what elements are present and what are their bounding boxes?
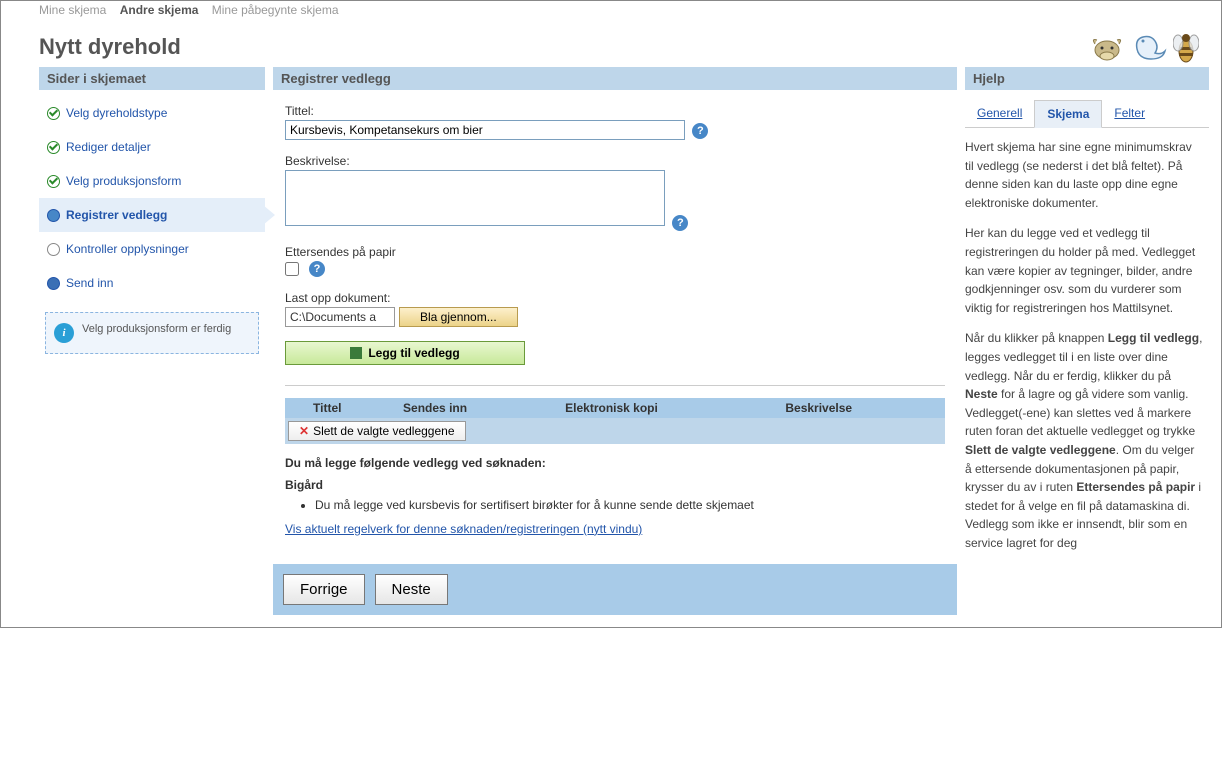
help-tab-felter[interactable]: Felter [1102, 100, 1157, 127]
sidebar-item-dyreholdstype[interactable]: Velg dyreholdstype [39, 96, 265, 130]
description-label: Beskrivelse: [285, 154, 945, 168]
info-box: i Velg produksjonsform er ferdig [45, 312, 259, 354]
help-tabs: Generell Skjema Felter [965, 100, 1209, 128]
sidebar-item-label[interactable]: Rediger detaljer [66, 140, 151, 154]
attachments-table: Tittel Sendes inn Elektronisk kopi Beskr… [285, 398, 945, 444]
bird-icon [1129, 29, 1169, 65]
main-panel: Registrer vedlegg Tittel: ? Beskrivelse:… [273, 67, 957, 615]
sidebar-item-label[interactable]: Send inn [66, 276, 113, 290]
paper-label: Ettersendes på papir [285, 245, 945, 259]
col-beskrivelse: Beskrivelse [777, 398, 945, 418]
sidebar-item-kontroller[interactable]: Kontroller opplysninger [39, 232, 265, 266]
sidebar-item-send[interactable]: Send inn [39, 266, 265, 300]
info-text: Velg produksjonsform er ferdig [82, 323, 231, 343]
title-input[interactable] [285, 120, 685, 140]
next-button[interactable]: Neste [375, 574, 448, 605]
help-p1: Hvert skjema har sine egne minimumskrav … [965, 138, 1203, 212]
header-icons [1089, 29, 1209, 65]
required-group: Bigård [285, 478, 945, 492]
submit-icon [47, 277, 60, 290]
description-input[interactable] [285, 170, 665, 226]
regulations-link[interactable]: Vis aktuelt regelverk for denne søknaden… [285, 522, 642, 536]
sidebar: Sider i skjemaet Velg dyreholdstype Redi… [39, 67, 265, 360]
check-icon [47, 107, 60, 120]
file-path-display: C:\Documents a [285, 307, 395, 327]
cow-icon [1089, 30, 1125, 64]
help-tab-skjema[interactable]: Skjema [1034, 100, 1102, 128]
add-attachment-button[interactable]: Legg til vedlegg [285, 341, 525, 365]
browse-button[interactable]: Bla gjennom... [399, 307, 518, 327]
col-sendes: Sendes inn [395, 398, 557, 418]
delete-label: Slett de valgte vedleggene [313, 424, 454, 438]
arrow-right-icon [263, 205, 275, 225]
required-heading: Du må legge følgende vedlegg ved søknade… [285, 456, 945, 470]
nav-bar: Forrige Neste [273, 564, 957, 615]
help-header: Hjelp [965, 67, 1209, 90]
check-icon [47, 175, 60, 188]
sidebar-item-label[interactable]: Velg produksjonsform [66, 174, 181, 188]
info-icon: i [54, 323, 74, 343]
help-icon[interactable]: ? [309, 261, 325, 277]
disk-icon [350, 347, 362, 359]
col-kopi: Elektronisk kopi [557, 398, 777, 418]
help-icon[interactable]: ? [672, 215, 688, 231]
top-tabs: Mine skjema Andre skjema Mine påbegynte … [39, 3, 1209, 21]
help-panel: Hjelp Generell Skjema Felter Hvert skjem… [965, 67, 1209, 564]
add-attachment-label: Legg til vedlegg [368, 346, 459, 360]
tab-andre-skjema[interactable]: Andre skjema [120, 3, 199, 17]
pending-icon [47, 243, 60, 256]
sidebar-item-vedlegg[interactable]: Registrer vedlegg [39, 198, 265, 232]
help-icon[interactable]: ? [692, 123, 708, 139]
sidebar-item-produksjon[interactable]: Velg produksjonsform [39, 164, 265, 198]
help-body: Hvert skjema har sine egne minimumskrav … [965, 138, 1209, 552]
title-label: Tittel: [285, 104, 945, 118]
required-item: Du må legge ved kursbevis for sertifiser… [315, 498, 945, 512]
help-p3: Når du klikker på knappen Legg til vedle… [965, 329, 1203, 552]
previous-button[interactable]: Forrige [283, 574, 365, 605]
sidebar-item-rediger[interactable]: Rediger detaljer [39, 130, 265, 164]
tab-mine-skjema[interactable]: Mine skjema [39, 3, 106, 17]
check-icon [47, 141, 60, 154]
sidebar-item-label[interactable]: Kontroller opplysninger [66, 242, 189, 256]
bee-icon [1173, 29, 1199, 65]
page-title: Nytt dyrehold [39, 34, 181, 60]
current-step-icon [47, 209, 60, 222]
x-icon: ✕ [299, 424, 309, 438]
help-p2: Her kan du legge ved et vedlegg til regi… [965, 224, 1203, 317]
delete-attachments-button[interactable]: ✕ Slett de valgte vedleggene [288, 421, 466, 441]
tab-pabegynte-skjema[interactable]: Mine påbegynte skjema [212, 3, 339, 17]
upload-label: Last opp dokument: [285, 291, 945, 305]
sidebar-header: Sider i skjemaet [39, 67, 265, 90]
sidebar-item-label[interactable]: Registrer vedlegg [66, 208, 167, 222]
paper-checkbox[interactable] [285, 262, 299, 276]
col-tittel: Tittel [305, 398, 395, 418]
sidebar-item-label[interactable]: Velg dyreholdstype [66, 106, 167, 120]
main-header: Registrer vedlegg [273, 67, 957, 90]
help-tab-generell[interactable]: Generell [965, 100, 1034, 127]
separator [285, 385, 945, 386]
